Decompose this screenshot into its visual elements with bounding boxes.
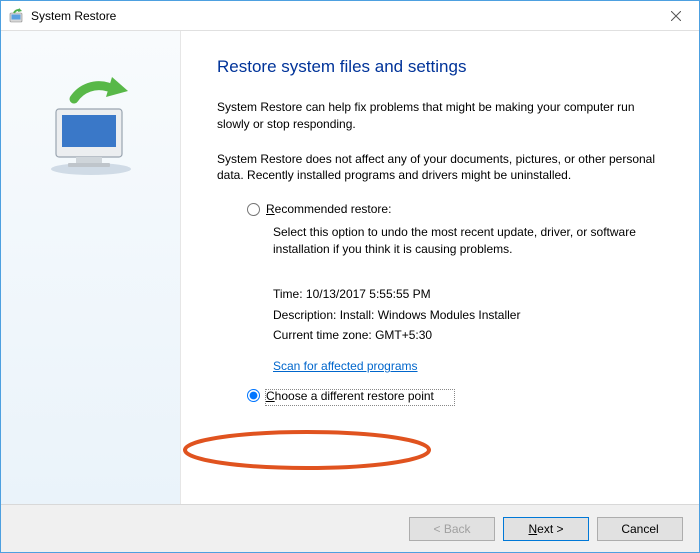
recommended-restore-radio[interactable] [247,203,260,216]
close-icon [671,11,681,21]
page-heading: Restore system files and settings [217,57,663,77]
intro-paragraph-1: System Restore can help fix problems tha… [217,99,663,133]
time-value: 10/13/2017 5:55:55 PM [306,287,431,301]
scan-affected-programs-link[interactable]: Scan for affected programs [273,359,418,373]
description-label: Description: [273,308,336,322]
choose-different-option[interactable]: Choose a different restore point [247,389,663,403]
restore-illustration-icon [36,71,146,181]
cancel-button[interactable]: Cancel [597,517,683,541]
system-restore-window: System Restore Restore system files and … [0,0,700,553]
button-footer: < Back Next > Cancel [1,504,699,552]
close-button[interactable] [653,1,699,31]
time-label: Time: [273,287,303,301]
recommended-restore-label: Recommended restore: [266,202,391,216]
timezone-label: Current time zone: [273,328,372,342]
intro-paragraph-2: System Restore does not affect any of yo… [217,151,663,185]
description-value: Install: Windows Modules Installer [340,308,521,322]
choose-different-label: Choose a different restore point [266,389,434,403]
side-illustration-panel [1,31,181,504]
annotation-highlight [177,427,437,473]
back-button: < Back [409,517,495,541]
restore-time-row: Time: 10/13/2017 5:55:55 PM [273,286,663,303]
scan-affected-row: Scan for affected programs [273,358,663,375]
window-title: System Restore [31,9,653,23]
next-button[interactable]: Next > [503,517,589,541]
content-area: Restore system files and settings System… [1,31,699,504]
restore-timezone-row: Current time zone: GMT+5:30 [273,327,663,344]
titlebar: System Restore [1,1,699,31]
restore-description-row: Description: Install: Windows Modules In… [273,307,663,324]
choose-different-radio[interactable] [247,389,260,402]
system-restore-icon [9,8,25,24]
main-panel: Restore system files and settings System… [181,31,699,504]
recommended-restore-description: Select this option to undo the most rece… [273,224,663,258]
recommended-restore-option[interactable]: Recommended restore: [247,202,663,216]
timezone-value: GMT+5:30 [375,328,432,342]
